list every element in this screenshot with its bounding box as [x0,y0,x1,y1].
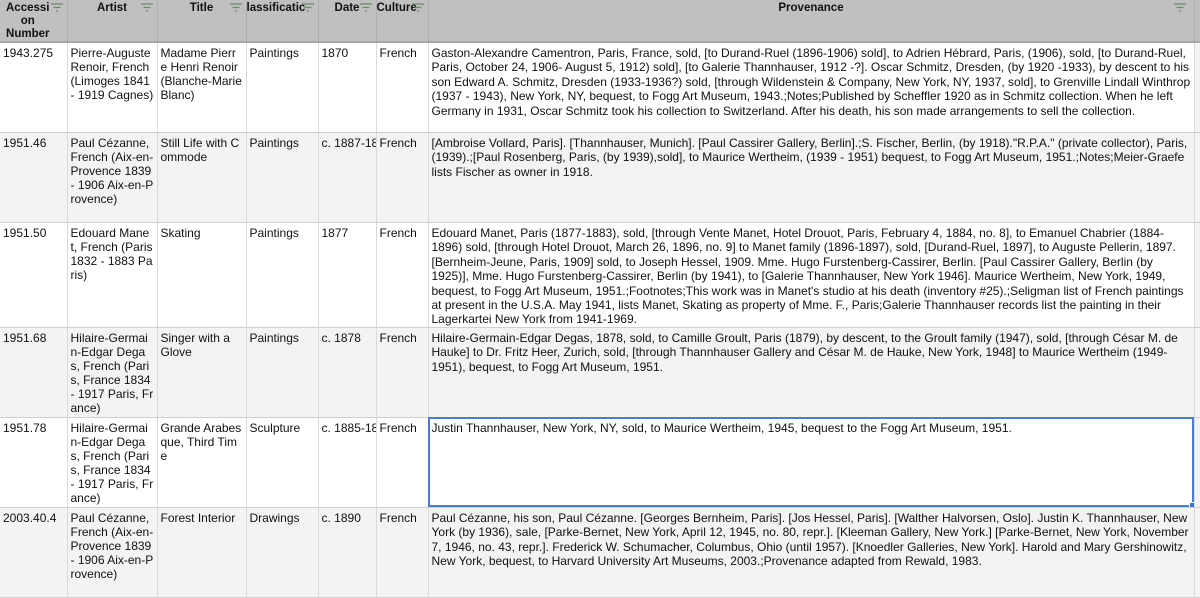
cell-classification[interactable]: Paintings [246,327,319,418]
cell-provenance[interactable]: Gaston-Alexandre Camentron, Paris, Franc… [428,42,1195,133]
row-edge [1194,222,1200,328]
table-row: 1943.275 Pierre-Auguste Renoir, French (… [0,42,1200,133]
row-edge [1194,42,1200,133]
cell-culture[interactable]: French [376,507,429,598]
cell-provenance[interactable]: Paul Cézanne, his son, Paul Cézanne. [Ge… [428,507,1195,598]
cell-provenance[interactable]: [Ambroise Vollard, Paris]. [Thannhauser,… [428,132,1195,223]
filter-icon[interactable] [359,3,372,12]
cell-accession[interactable]: 1951.46 [0,132,68,223]
cell-artist[interactable]: Paul Cézanne, French (Aix-en-Provence 18… [67,132,158,223]
cell-date[interactable]: c. 1878 [318,327,377,418]
table-row: 1951.68 Hilaire-Germain-Edgar Degas, Fre… [0,327,1200,418]
cell-culture[interactable]: French [376,132,429,223]
cell-classification[interactable]: Paintings [246,132,319,223]
filter-icon[interactable] [140,3,153,12]
header-classification[interactable]: lassificatic [246,0,319,43]
cell-date[interactable]: c. 1885-18 [318,417,377,508]
cell-date[interactable]: 1870 [318,42,377,133]
cell-classification[interactable]: Paintings [246,222,319,328]
cell-artist[interactable]: Hilaire-Germain-Edgar Degas, French (Par… [67,417,158,508]
table-row: 1951.78 Hilaire-Germain-Edgar Degas, Fre… [0,417,1200,508]
cell-culture[interactable]: French [376,222,429,328]
table-row: 1951.46 Paul Cézanne, French (Aix-en-Pro… [0,132,1200,223]
spreadsheet-grid: Accessi on Number Artist Title lassifica… [0,0,1200,598]
cell-artist[interactable]: Hilaire-Germain-Edgar Degas, French (Par… [67,327,158,418]
cell-culture[interactable]: French [376,417,429,508]
filter-icon[interactable] [229,3,242,12]
cell-accession[interactable]: 1943.275 [0,42,68,133]
cell-text: Justin Thannhauser, New York, NY, sold, … [431,420,1012,435]
cell-date[interactable]: c. 1890 [318,507,377,598]
cell-accession[interactable]: 1951.50 [0,222,68,328]
cell-culture[interactable]: French [376,42,429,133]
header-culture[interactable]: Culture [376,0,429,43]
cell-classification[interactable]: Paintings [246,42,319,133]
cell-provenance[interactable]: Edouard Manet, Paris (1877-1883), sold, … [428,222,1195,328]
cell-date[interactable]: c. 1887-18 [318,132,377,223]
header-provenance[interactable]: Provenance [428,0,1195,43]
header-edge [1194,0,1200,43]
cell-artist[interactable]: Pierre-Auguste Renoir, French (Limoges 1… [67,42,158,133]
filter-icon[interactable] [50,3,63,12]
cell-accession[interactable]: 1951.68 [0,327,68,418]
cell-title[interactable]: Madame Pierre Henri Renoir (Blanche-Mari… [157,42,247,133]
cell-artist[interactable]: Paul Cézanne, French (Aix-en-Provence 18… [67,507,158,598]
cell-title[interactable]: Forest Interior [157,507,247,598]
header-title[interactable]: Title [157,0,247,43]
cell-date[interactable]: 1877 [318,222,377,328]
table-row: 2003.40.4 Paul Cézanne, French (Aix-en-P… [0,507,1200,598]
header-row: Accessi on Number Artist Title lassifica… [0,0,1200,43]
cell-culture[interactable]: French [376,327,429,418]
filter-icon[interactable] [1173,3,1186,12]
filter-icon[interactable] [411,3,424,12]
header-date[interactable]: Date [318,0,377,43]
cell-accession[interactable]: 1951.78 [0,417,68,508]
cell-title[interactable]: Still Life with Commode [157,132,247,223]
table-row: 1951.50 Edouard Manet, French (Paris 183… [0,222,1200,328]
cell-classification[interactable]: Sculpture [246,417,319,508]
row-edge [1194,417,1200,508]
cell-classification[interactable]: Drawings [246,507,319,598]
cell-title[interactable]: Grande Arabesque, Third Time [157,417,247,508]
cell-accession[interactable]: 2003.40.4 [0,507,68,598]
header-accession-number[interactable]: Accessi on Number [0,0,68,43]
filter-icon[interactable] [301,3,314,12]
row-edge [1194,327,1200,418]
header-artist[interactable]: Artist [67,0,158,43]
fill-handle[interactable] [1188,501,1193,507]
cell-artist[interactable]: Edouard Manet, French (Paris 1832 - 1883… [67,222,158,328]
cell-provenance[interactable]: Hilaire-Germain-Edgar Degas, 1878, sold,… [428,327,1195,418]
cell-title[interactable]: Singer with a Glove [157,327,247,418]
cell-title[interactable]: Skating [157,222,247,328]
row-edge [1194,507,1200,598]
cell-provenance-selected[interactable]: Justin Thannhauser, New York, NY, sold, … [428,417,1195,508]
row-edge [1194,132,1200,223]
